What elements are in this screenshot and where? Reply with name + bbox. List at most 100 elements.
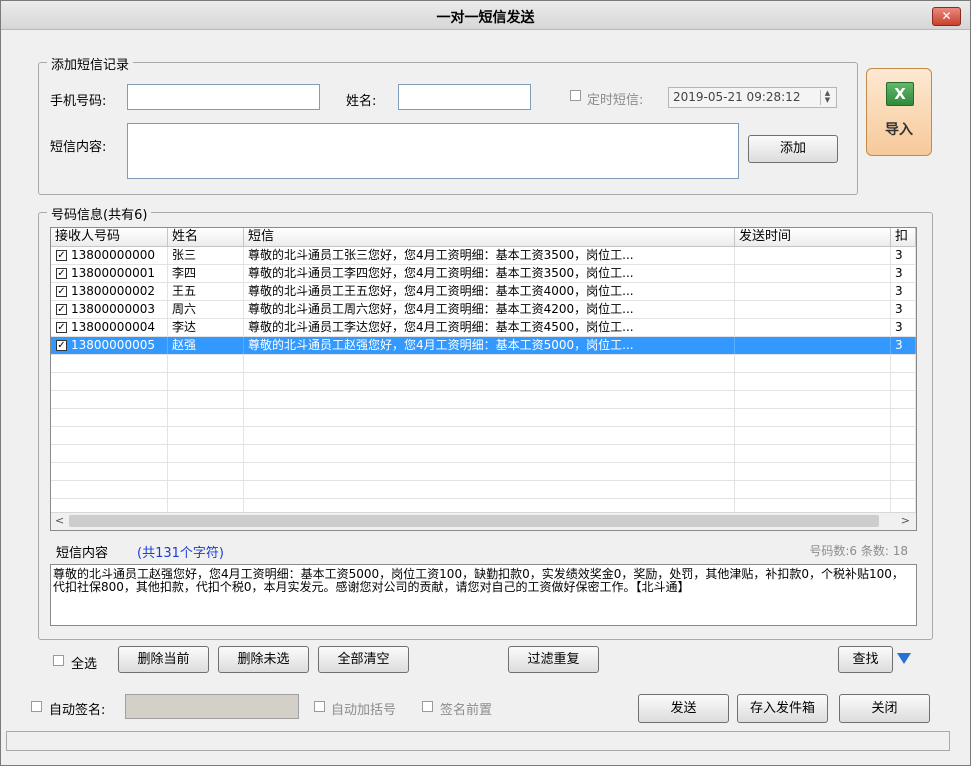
empty-row [51,445,916,463]
datetime-spinner[interactable]: ▲ ▼ [820,90,834,105]
col-header-phone[interactable]: 接收人号码 [51,228,168,246]
cell-name: 周六 [168,301,244,318]
empty-cell [891,391,916,408]
table-row[interactable]: ✓ 13800000000 张三 尊敬的北斗通员工张三您好，您4月工资明细：基本工资3… [51,247,916,265]
empty-cell [244,409,735,426]
row-checkbox[interactable]: ✓ [56,340,67,351]
filter-duplicates-button[interactable]: 过滤重复 [508,646,599,673]
scroll-right-icon[interactable]: > [901,514,910,527]
cell-sms: 尊敬的北斗通员工李四您好，您4月工资明细：基本工资3500，岗位工... [244,265,735,282]
cell-text: 李四 [172,266,197,280]
schedule-checkbox[interactable] [570,90,581,101]
col-header-sms[interactable]: 短信 [244,228,735,246]
empty-cell [891,409,916,426]
schedule-label: 定时短信: [587,93,644,108]
import-button[interactable]: X 导入 [866,68,932,156]
empty-row [51,481,916,499]
sign-prefix-checkbox[interactable] [422,701,433,712]
import-label: 导入 [885,122,913,138]
cell-time [735,301,891,318]
cell-time [735,265,891,282]
save-outbox-button[interactable]: 存入发件箱 [737,694,828,723]
cell-text: 尊敬的北斗通员工张三您好，您4月工资明细：基本工资3500，岗位工... [248,248,634,262]
content-label: 短信内容: [50,140,107,155]
empty-cell [735,391,891,408]
select-all-checkbox[interactable] [53,655,64,666]
empty-cell [735,373,891,390]
char-count: (共131个字符) [137,546,224,561]
find-button[interactable]: 查找 [838,646,893,673]
title-bar[interactable]: 一对一短信发送 ✕ [1,1,970,30]
cell-phone: ✓ 13800000001 [51,265,168,282]
cell-name: 张三 [168,247,244,264]
empty-cell [735,463,891,480]
cell-phone: ✓ 13800000003 [51,301,168,318]
empty-row [51,355,916,373]
empty-cell [244,463,735,480]
table-row[interactable]: ✓ 13800000005 赵强 尊敬的北斗通员工赵强您好，您4月工资明细：基本工资5… [51,337,916,355]
clear-all-button[interactable]: 全部清空 [318,646,409,673]
col-header-deduct[interactable]: 扣 [891,228,916,246]
schedule-datetime-value: 2019-05-21 09:28:12 [673,90,801,104]
cell-text: 王五 [172,284,197,298]
auto-sign-checkbox[interactable] [31,701,42,712]
auto-bracket-checkbox[interactable] [314,701,325,712]
dropdown-triangle-icon[interactable] [897,653,911,664]
table-row[interactable]: ✓ 13800000003 周六 尊敬的北斗通员工周六您好，您4月工资明细：基本工资4… [51,301,916,319]
empty-cell [51,481,168,498]
cell-name: 李四 [168,265,244,282]
cell-time [735,283,891,300]
cell-text: 13800000005 [71,338,155,352]
empty-cell [735,481,891,498]
auto-sign-input[interactable] [125,694,299,719]
add-button[interactable]: 添加 [748,135,838,163]
row-checkbox[interactable]: ✓ [56,322,67,333]
table-row[interactable]: ✓ 13800000001 李四 尊敬的北斗通员工李四您好，您4月工资明细：基本工资3… [51,265,916,283]
numbers-list[interactable]: 接收人号码 姓名 短信 发送时间 扣 ✓ 13800000000 张三 尊敬的北斗通员… [50,227,917,531]
status-bar [6,731,950,751]
cell-text: 3 [895,266,903,280]
delete-current-button[interactable]: 删除当前 [118,646,209,673]
table-row[interactable]: ✓ 13800000002 王五 尊敬的北斗通员工王五您好，您4月工资明细：基本工资4… [51,283,916,301]
sign-prefix-label: 签名前置 [440,703,493,718]
name-input[interactable] [398,84,531,110]
empty-cell [735,409,891,426]
empty-cell [891,427,916,444]
cell-deduct: 3 [891,247,916,264]
scroll-thumb[interactable] [69,515,879,527]
empty-cell [244,391,735,408]
empty-cell [244,355,735,372]
close-window-button[interactable]: ✕ [932,7,961,26]
row-checkbox[interactable]: ✓ [56,304,67,315]
col-header-name[interactable]: 姓名 [168,228,244,246]
schedule-datetime-input[interactable]: 2019-05-21 09:28:12 ▲ ▼ [668,87,837,108]
empty-cell [168,391,244,408]
col-header-send-time[interactable]: 发送时间 [735,228,891,246]
scroll-left-icon[interactable]: < [55,514,64,527]
cell-text: 3 [895,338,903,352]
close-button[interactable]: 关闭 [839,694,930,723]
table-row[interactable]: ✓ 13800000004 李达 尊敬的北斗通员工李达您好，您4月工资明细：基本工资4… [51,319,916,337]
list-header: 接收人号码 姓名 短信 发送时间 扣 [51,228,916,247]
empty-cell [244,373,735,390]
delete-unselected-button[interactable]: 删除未选 [218,646,309,673]
cell-deduct: 3 [891,319,916,336]
cell-deduct: 3 [891,337,916,354]
empty-row [51,463,916,481]
send-button[interactable]: 发送 [638,694,729,723]
stats-text: 号码数:6 条数: 18 [809,544,908,558]
empty-cell [168,373,244,390]
horizontal-scrollbar[interactable]: < > [51,512,916,530]
empty-cell [891,463,916,480]
empty-cell [51,409,168,426]
cell-text: 13800000004 [71,320,155,334]
sms-content-input[interactable] [127,123,739,179]
cell-text: 13800000003 [71,302,155,316]
empty-cell [244,445,735,462]
cell-time [735,319,891,336]
row-checkbox[interactable]: ✓ [56,286,67,297]
row-checkbox[interactable]: ✓ [56,268,67,279]
row-checkbox[interactable]: ✓ [56,250,67,261]
cell-sms: 尊敬的北斗通员工王五您好，您4月工资明细：基本工资4000，岗位工... [244,283,735,300]
phone-input[interactable] [127,84,320,110]
